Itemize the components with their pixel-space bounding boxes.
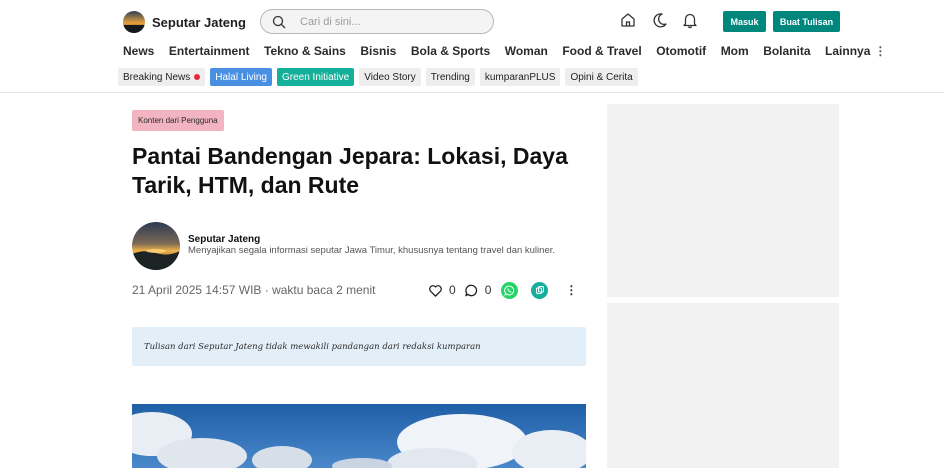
top-header: Seputar Jateng Masuk Buat Tulisan News E… [0, 0, 944, 93]
nav-item-bola-sports[interactable]: Bola & Sports [411, 44, 490, 58]
home-icon[interactable] [619, 11, 637, 29]
moon-icon[interactable] [651, 11, 669, 29]
nav-item-tekno-sains[interactable]: Tekno & Sains [264, 44, 346, 58]
search-box[interactable] [260, 9, 494, 34]
tag-breaking-news[interactable]: Breaking News [118, 68, 206, 86]
tag-kumparanplus[interactable]: kumparanPLUS [479, 68, 561, 86]
author-avatar[interactable] [132, 222, 180, 270]
search-icon [272, 15, 286, 28]
search-input[interactable] [300, 15, 480, 28]
nav-item-food-travel[interactable]: Food & Travel [562, 44, 641, 58]
author-name[interactable]: Seputar Jateng [188, 234, 260, 245]
disclaimer-text: Tulisan dari Seputar Jateng tidak mewaki… [144, 341, 481, 352]
user-content-badge: Konten dari Pengguna [132, 110, 224, 131]
heart-icon[interactable] [428, 283, 443, 298]
nav-item-woman[interactable]: Woman [505, 44, 548, 58]
write-post-button[interactable]: Buat Tulisan [773, 11, 840, 32]
whatsapp-share-icon[interactable] [501, 281, 519, 299]
sidebar-ad-slot [607, 104, 839, 297]
topic-tags: Breaking News Halal Living Green Initiat… [118, 68, 638, 86]
publish-meta: 21 April 2025 14:57 WIB · waktu baca 2 m… [132, 283, 376, 297]
more-vertical-icon: ⋮ [874, 44, 887, 58]
tag-trending[interactable]: Trending [425, 68, 475, 86]
tag-halal-living[interactable]: Halal Living [210, 68, 272, 86]
logo-text: Seputar Jateng [152, 14, 246, 30]
nav-item-otomotif[interactable]: Otomotif [656, 44, 706, 58]
comment-icon[interactable] [464, 283, 479, 298]
article-actions: 0 0 ⋮ [428, 281, 577, 299]
site-logo[interactable]: Seputar Jateng [123, 11, 246, 33]
tag-label: Breaking News [123, 71, 191, 83]
copy-link-icon[interactable] [531, 281, 549, 299]
bell-icon[interactable] [681, 11, 699, 29]
tag-video-story[interactable]: Video Story [359, 68, 421, 86]
tag-opini-cerita[interactable]: Opini & Cerita [565, 68, 638, 86]
main-nav: News Entertainment Tekno & Sains Bisnis … [123, 44, 886, 58]
nav-more-label: Lainnya [825, 44, 871, 58]
article-hero-image [132, 404, 586, 468]
nav-item-entertainment[interactable]: Entertainment [169, 44, 250, 58]
nav-more-menu[interactable]: Lainnya ⋮ [825, 44, 886, 58]
sidebar-ad-slot [607, 303, 839, 468]
nav-item-bisnis[interactable]: Bisnis [360, 44, 396, 58]
more-options-icon[interactable]: ⋮ [565, 283, 577, 297]
copy-glyph-icon [535, 286, 544, 294]
nav-item-bolanita[interactable]: Bolanita [763, 44, 810, 58]
nav-item-news[interactable]: News [123, 44, 154, 58]
live-dot-icon [194, 74, 201, 80]
tag-green-initiative[interactable]: Green Initiative [276, 68, 355, 86]
whatsapp-glyph-icon [504, 285, 515, 296]
article-title: Pantai Bandengan Jepara: Lokasi, Daya Ta… [132, 143, 568, 198]
author-description: Menyajikan segala informasi seputar Jawa… [188, 245, 556, 256]
login-button[interactable]: Masuk [723, 11, 766, 32]
like-count: 0 [449, 283, 456, 297]
nav-item-mom[interactable]: Mom [721, 44, 749, 58]
disclaimer-box: Tulisan dari Seputar Jateng tidak mewaki… [132, 327, 586, 366]
logo-avatar-icon [123, 11, 145, 33]
comment-count: 0 [484, 283, 492, 297]
